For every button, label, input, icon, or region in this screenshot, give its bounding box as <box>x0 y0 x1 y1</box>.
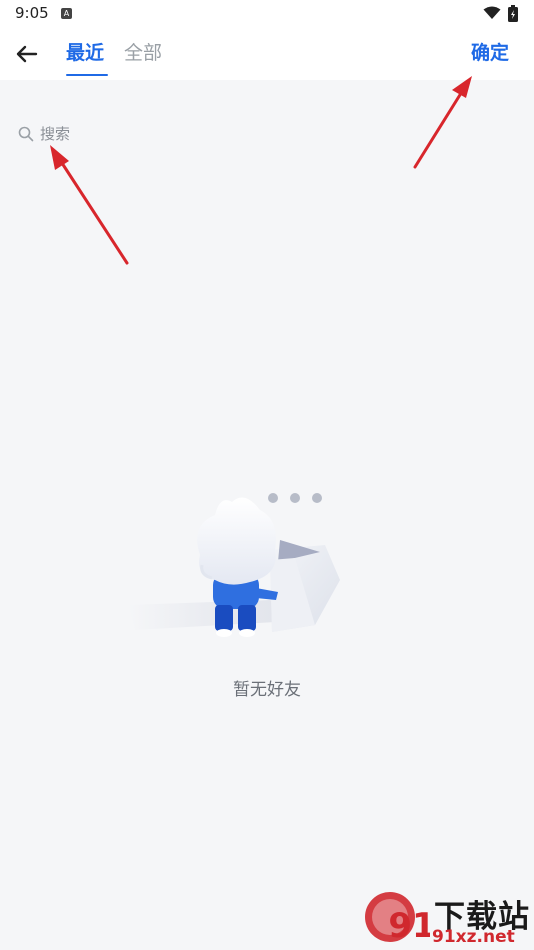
confirm-button[interactable]: 确定 <box>471 41 509 65</box>
wifi-icon <box>483 6 501 19</box>
active-tab-indicator <box>66 74 108 76</box>
search-icon <box>18 126 34 142</box>
annotation-arrows <box>50 76 472 265</box>
empty-state-message: 暂无好友 <box>233 680 301 700</box>
watermark: 91 下载站 91xz.net <box>362 887 534 950</box>
top-navigation-bar: 最近 全部 确定 <box>0 28 534 80</box>
status-time: 9:05 <box>15 4 49 22</box>
empty-state-illustration <box>128 493 340 637</box>
tab-recent[interactable]: 最近 <box>66 41 104 65</box>
search-placeholder: 搜索 <box>40 125 71 143</box>
watermark-logo: 91 <box>365 892 430 946</box>
battery-icon <box>508 5 518 22</box>
watermark-logo-text: 91 <box>388 906 430 946</box>
app-notification-icon: A <box>61 8 72 19</box>
status-bar: 9:05 A <box>0 0 534 28</box>
red-arrow-to-search <box>50 145 129 265</box>
back-arrow-icon[interactable] <box>12 40 42 68</box>
tab-all[interactable]: 全部 <box>124 41 162 65</box>
watermark-url: 91xz.net <box>432 927 515 947</box>
red-arrow-to-confirm <box>413 76 472 169</box>
